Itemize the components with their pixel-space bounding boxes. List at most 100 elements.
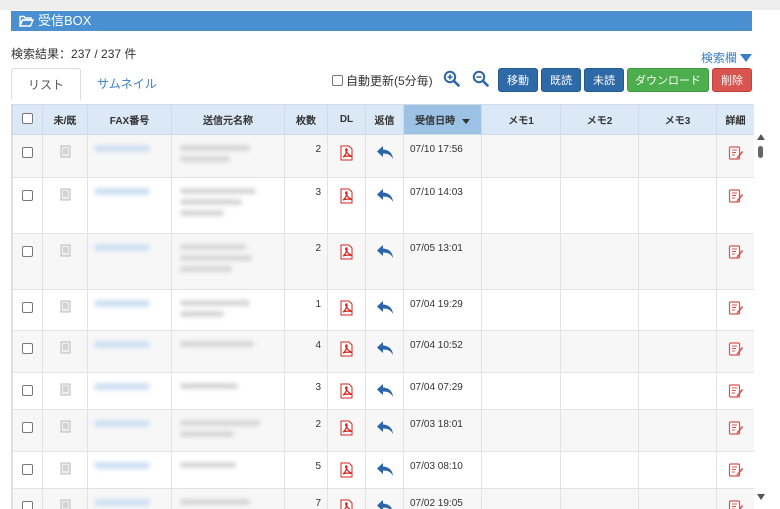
memo3-cell[interactable] (638, 451, 717, 489)
fax-number-cell[interactable] (87, 233, 172, 290)
detail-cell[interactable] (716, 233, 754, 290)
zoom-in-icon[interactable] (443, 70, 460, 87)
memo2-cell[interactable] (560, 134, 639, 178)
row-select-cell[interactable] (12, 409, 43, 452)
table-row[interactable]: 3 07/04 07:29 (12, 372, 754, 410)
delete-button[interactable]: 削除 (712, 68, 752, 92)
fax-number-cell[interactable] (87, 451, 172, 489)
detail-cell[interactable] (716, 372, 754, 410)
reply-cell[interactable] (365, 177, 404, 234)
dl-cell[interactable] (327, 451, 366, 489)
reply-cell[interactable] (365, 372, 404, 410)
row-checkbox[interactable] (22, 464, 33, 475)
fax-number-cell[interactable] (87, 409, 172, 452)
memo3-cell[interactable] (638, 134, 717, 178)
scroll-thumb[interactable] (758, 146, 763, 158)
memo3-cell[interactable] (638, 409, 717, 452)
tab-thumbnail[interactable]: サムネイル (81, 68, 173, 100)
dl-cell[interactable] (327, 289, 366, 331)
memo1-cell[interactable] (481, 134, 561, 178)
row-select-cell[interactable] (12, 451, 43, 489)
fax-number-cell[interactable] (87, 372, 172, 410)
reply-cell[interactable] (365, 330, 404, 373)
detail-cell[interactable] (716, 488, 754, 509)
auto-refresh-checkbox[interactable] (332, 75, 343, 86)
move-button[interactable]: 移動 (498, 68, 538, 92)
memo1-cell[interactable] (481, 289, 561, 331)
memo2-cell[interactable] (560, 330, 639, 373)
detail-cell[interactable] (716, 289, 754, 331)
memo1-cell[interactable] (481, 488, 561, 509)
reply-cell[interactable] (365, 488, 404, 509)
table-row[interactable]: 2 07/03 18:01 (12, 409, 754, 452)
row-select-cell[interactable] (12, 372, 43, 410)
table-row[interactable]: 1 07/04 19:29 (12, 289, 754, 331)
select-all-checkbox[interactable] (22, 112, 33, 124)
memo2-cell[interactable] (560, 488, 639, 509)
header-received-datetime[interactable]: 受信日時 (403, 104, 482, 135)
memo3-cell[interactable] (638, 488, 717, 509)
dl-cell[interactable] (327, 372, 366, 410)
detail-cell[interactable] (716, 451, 754, 489)
table-row[interactable]: 5 07/03 08:10 (12, 451, 754, 489)
memo1-cell[interactable] (481, 233, 561, 290)
dl-cell[interactable] (327, 409, 366, 452)
reply-cell[interactable] (365, 233, 404, 290)
header-select-all[interactable] (12, 104, 43, 135)
row-checkbox[interactable] (22, 302, 33, 313)
detail-cell[interactable] (716, 409, 754, 452)
memo3-cell[interactable] (638, 330, 717, 373)
table-row[interactable]: 3 07/10 14:03 (12, 177, 754, 234)
fax-number-cell[interactable] (87, 289, 172, 331)
auto-refresh-control[interactable]: 自動更新(5分毎) (332, 72, 433, 89)
memo2-cell[interactable] (560, 289, 639, 331)
memo1-cell[interactable] (481, 372, 561, 410)
row-select-cell[interactable] (12, 233, 43, 290)
memo1-cell[interactable] (481, 451, 561, 489)
reply-cell[interactable] (365, 409, 404, 452)
zoom-out-icon[interactable] (472, 70, 489, 87)
table-row[interactable]: 4 07/04 10:52 (12, 330, 754, 373)
memo1-cell[interactable] (481, 177, 561, 234)
detail-cell[interactable] (716, 177, 754, 234)
memo3-cell[interactable] (638, 289, 717, 331)
row-checkbox[interactable] (22, 343, 33, 354)
search-panel-toggle[interactable]: 検索欄 (701, 49, 752, 66)
tab-list[interactable]: リスト (11, 68, 82, 100)
row-select-cell[interactable] (12, 289, 43, 331)
row-checkbox[interactable] (22, 147, 33, 158)
row-select-cell[interactable] (12, 330, 43, 373)
row-checkbox[interactable] (22, 190, 33, 201)
detail-cell[interactable] (716, 134, 754, 178)
table-row[interactable]: 2 07/10 17:56 (12, 134, 754, 178)
dl-cell[interactable] (327, 233, 366, 290)
row-checkbox[interactable] (22, 501, 33, 509)
memo2-cell[interactable] (560, 177, 639, 234)
row-select-cell[interactable] (12, 177, 43, 234)
fax-number-cell[interactable] (87, 177, 172, 234)
fax-number-cell[interactable] (87, 488, 172, 509)
row-select-cell[interactable] (12, 488, 43, 509)
memo2-cell[interactable] (560, 233, 639, 290)
dl-cell[interactable] (327, 134, 366, 178)
reply-cell[interactable] (365, 134, 404, 178)
fax-number-cell[interactable] (87, 330, 172, 373)
memo3-cell[interactable] (638, 372, 717, 410)
table-row[interactable]: 7 07/02 19:05 (12, 488, 754, 509)
dl-cell[interactable] (327, 488, 366, 509)
memo3-cell[interactable] (638, 177, 717, 234)
memo2-cell[interactable] (560, 409, 639, 452)
memo2-cell[interactable] (560, 451, 639, 489)
reply-cell[interactable] (365, 289, 404, 331)
row-checkbox[interactable] (22, 385, 33, 396)
scrollbar[interactable] (756, 134, 766, 506)
mark-unread-button[interactable]: 未読 (584, 68, 624, 92)
download-button[interactable]: ダウンロード (627, 68, 709, 92)
fax-number-cell[interactable] (87, 134, 172, 178)
detail-cell[interactable] (716, 330, 754, 373)
dl-cell[interactable] (327, 330, 366, 373)
scroll-up-arrow-icon[interactable] (757, 134, 765, 140)
mark-read-button[interactable]: 既読 (541, 68, 581, 92)
row-checkbox[interactable] (22, 246, 33, 257)
memo2-cell[interactable] (560, 372, 639, 410)
